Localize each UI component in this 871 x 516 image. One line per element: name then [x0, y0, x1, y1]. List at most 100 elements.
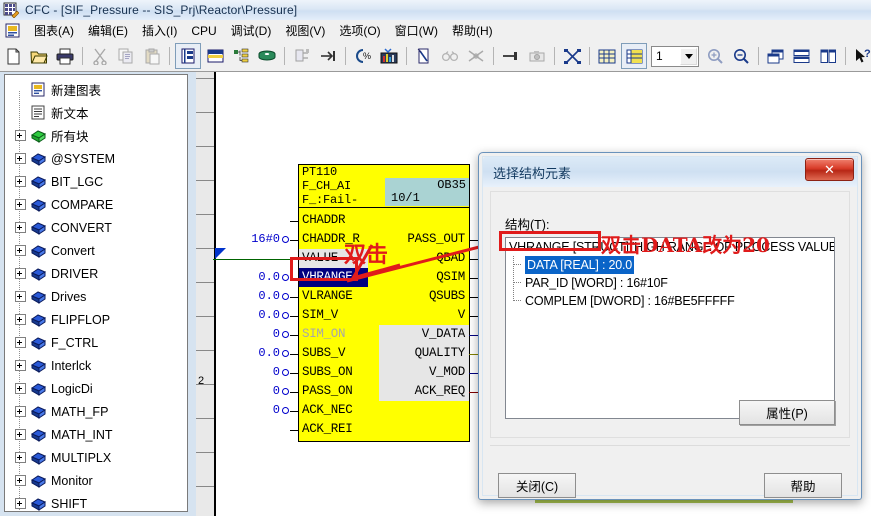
compile-disc-icon[interactable] [255, 44, 279, 68]
input-pin-sim_v[interactable]: SIM_V [302, 306, 338, 325]
struct-child-row-complem[interactable]: COMPLEM [DWORD] : 16#BE5FFFFF [506, 292, 834, 310]
expand-plus-icon[interactable] [15, 222, 26, 233]
sheet-highlight-icon[interactable] [621, 43, 647, 69]
input-pin-ack_nec[interactable]: ACK_NEC [302, 401, 353, 420]
expand-plus-icon[interactable] [15, 268, 26, 279]
sidebar-item-math_int[interactable]: MATH_INT [5, 423, 187, 446]
expand-plus-icon[interactable] [15, 130, 26, 141]
input-value-node[interactable] [282, 388, 289, 395]
overview-icon[interactable] [203, 44, 227, 68]
hierarchy-tree-icon[interactable] [229, 44, 253, 68]
input-value-subs_v[interactable]: 0.0 [204, 346, 280, 360]
input-value-vlrange[interactable]: 0.0 [204, 289, 280, 303]
close-icon[interactable]: ✕ [805, 158, 854, 181]
struct-child-row-parid[interactable]: PAR_ID [WORD] : 16#10F [506, 274, 834, 292]
output-pin-v_data[interactable]: V_DATA [422, 325, 466, 344]
context-help-icon[interactable]: ? [851, 44, 871, 68]
cascade-windows-icon[interactable] [764, 44, 788, 68]
tile-vertical-icon[interactable] [816, 44, 840, 68]
cut-scissors-icon[interactable] [88, 44, 112, 68]
output-pin-v[interactable]: V [458, 306, 466, 325]
input-pin-subs_on[interactable]: SUBS_ON [302, 363, 353, 382]
input-value-ack_nec[interactable]: 0 [204, 403, 280, 417]
sidebar-item-monitor[interactable]: Monitor [5, 469, 187, 492]
sidebar-item--[interactable]: 新文本 [5, 101, 187, 124]
sidebar-item-shift[interactable]: SHIFT [5, 492, 187, 511]
expand-plus-icon[interactable] [15, 153, 26, 164]
input-pin-ack_rei[interactable]: ACK_REI [302, 420, 353, 439]
chart-document-icon[interactable] [5, 23, 21, 38]
menu-item-chart[interactable]: 图表(A) [27, 20, 81, 41]
paste-icon[interactable] [140, 44, 164, 68]
expand-plus-icon[interactable] [15, 291, 26, 302]
sidebar-item-driver[interactable]: DRIVER [5, 262, 187, 285]
sidebar-item-multiplx[interactable]: MULTIPLX [5, 446, 187, 469]
output-pin-quality[interactable]: QUALITY [415, 344, 466, 363]
zoom-out-icon[interactable] [729, 44, 753, 68]
input-pin-vlrange[interactable]: VLRANGE [302, 287, 353, 306]
sidebar-item--[interactable]: 新建图表 [5, 78, 187, 101]
input-value-vhrange[interactable]: 0.0 [204, 270, 280, 284]
expand-plus-icon[interactable] [15, 337, 26, 348]
struct-child-row-data[interactable]: DATA [REAL] : 20.0 [506, 256, 834, 274]
input-value-node[interactable] [282, 350, 289, 357]
sidebar-item-convert[interactable]: CONVERT [5, 216, 187, 239]
properties-button[interactable]: 属性(P) [739, 400, 835, 425]
align-left-icon[interactable] [499, 44, 523, 68]
input-value-node[interactable] [282, 407, 289, 414]
structure-tree-listbox[interactable]: VHRANGE [STRUCT] 'HIGH RANGE OF PROCESS … [505, 237, 835, 419]
input-value-node[interactable] [282, 312, 289, 319]
chart-view-icon[interactable] [175, 43, 201, 69]
cross-out-icon[interactable] [464, 44, 488, 68]
menu-item-options[interactable]: 选项(O) [332, 20, 387, 41]
select-structure-element-dialog[interactable]: 选择结构元素 ✕ 结构(T): VHRANGE [STRUCT] 'HIGH R… [478, 152, 862, 500]
expand-plus-icon[interactable] [15, 498, 26, 509]
sidebar-item--[interactable]: 所有块 [5, 124, 187, 147]
input-value-chaddr_r[interactable]: 16#0 [204, 232, 280, 246]
input-value-node[interactable] [282, 369, 289, 376]
sidebar-item-compare[interactable]: COMPARE [5, 193, 187, 216]
output-pin-qsubs[interactable]: QSUBS [429, 287, 465, 306]
input-value-node[interactable] [282, 274, 289, 281]
zoom-level-combobox[interactable]: 1 [651, 45, 699, 67]
function-block-PT110[interactable]: PT110 F_CH_AI F_:Fail- OB35 10/1 CHADDR C… [213, 164, 491, 442]
menu-item-insert[interactable]: 插入(I) [135, 20, 184, 41]
input-value-node[interactable] [282, 236, 289, 243]
link-blocks-icon[interactable] [290, 44, 314, 68]
expand-plus-icon[interactable] [15, 429, 26, 440]
sheet-connector-marker[interactable] [215, 248, 226, 259]
close-button[interactable]: 关闭(C) [498, 473, 576, 498]
download-chart-icon[interactable] [377, 44, 401, 68]
expand-plus-icon[interactable] [15, 176, 26, 187]
output-pin-v_mod[interactable]: V_MOD [429, 363, 465, 382]
sidebar-item-interlck[interactable]: Interlck [5, 354, 187, 377]
print-icon[interactable] [53, 44, 77, 68]
insert-input-icon[interactable] [316, 44, 340, 68]
expand-plus-icon[interactable] [15, 314, 26, 325]
output-pin-qsim[interactable]: QSIM [436, 268, 465, 287]
open-folder-icon[interactable] [27, 44, 51, 68]
input-pin-sim_on[interactable]: SIM_ON [302, 325, 346, 344]
copy-icon[interactable] [114, 44, 138, 68]
input-value-sim_on[interactable]: 0 [204, 327, 280, 341]
output-pin-ack_req[interactable]: ACK_REQ [415, 382, 466, 401]
expand-plus-icon[interactable] [15, 475, 26, 486]
expand-plus-icon[interactable] [15, 245, 26, 256]
test-mode-icon[interactable] [438, 44, 462, 68]
chevron-down-icon[interactable] [680, 47, 697, 65]
sidebar-item-math_fp[interactable]: MATH_FP [5, 400, 187, 423]
new-document-icon[interactable] [1, 44, 25, 68]
zoom-in-icon[interactable] [703, 44, 727, 68]
input-value-sim_v[interactable]: 0.0 [204, 308, 280, 322]
monitor-values-icon[interactable] [412, 44, 436, 68]
input-pin-subs_v[interactable]: SUBS_V [302, 344, 346, 363]
menu-item-debug[interactable]: 调试(D) [224, 20, 279, 41]
menu-item-edit[interactable]: 编辑(E) [81, 20, 135, 41]
menu-item-view[interactable]: 视图(V) [278, 20, 332, 41]
signal-wire-value[interactable] [213, 259, 293, 260]
sidebar-item-logicdi[interactable]: LogicDi [5, 377, 187, 400]
expand-plus-icon[interactable] [15, 360, 26, 371]
menu-item-cpu[interactable]: CPU [184, 22, 223, 40]
input-value-node[interactable] [282, 293, 289, 300]
sidebar-item-drives[interactable]: Drives [5, 285, 187, 308]
